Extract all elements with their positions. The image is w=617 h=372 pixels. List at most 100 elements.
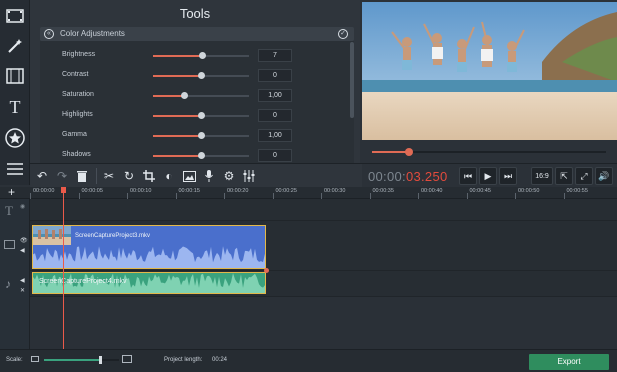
crop-icon[interactable] bbox=[140, 167, 158, 185]
undo-icon[interactable]: ↶ bbox=[33, 167, 51, 185]
audio-clip-name: ScreenCaptureProject4.mkv bbox=[39, 278, 127, 285]
text-track-icon: T bbox=[5, 203, 13, 218]
external-preview-icon[interactable]: ⇱ bbox=[555, 167, 573, 185]
adjustment-slider-fill bbox=[153, 55, 203, 57]
clip-split-handle[interactable] bbox=[264, 268, 269, 273]
add-track-plus-icon[interactable]: + bbox=[8, 185, 15, 199]
adjustment-slider-handle[interactable] bbox=[199, 52, 207, 59]
adjustment-slider-handle[interactable] bbox=[181, 92, 189, 99]
timeline-area[interactable]: ScreenCaptureProject3.mkv ScreenCaptureP… bbox=[30, 199, 617, 349]
ruler-tick-label: 00:00:35 bbox=[372, 188, 394, 194]
audio-clip[interactable]: ScreenCaptureProject4.mkv bbox=[32, 272, 266, 294]
adjustment-row-contrast: Contrast 0 bbox=[40, 67, 340, 85]
ruler-tick-label: 00:00:10 bbox=[130, 188, 152, 194]
playhead-handle[interactable] bbox=[61, 187, 66, 193]
export-button[interactable]: Export bbox=[529, 354, 609, 370]
video-clip-name: ScreenCaptureProject3.mkv bbox=[75, 233, 151, 239]
rotate-icon[interactable]: ↻ bbox=[120, 167, 138, 185]
adjustment-value-field[interactable]: 0 bbox=[258, 69, 292, 82]
audio-track-music-icon: ♪ bbox=[5, 277, 11, 291]
magic-wand-icon[interactable] bbox=[3, 34, 27, 58]
editing-toolbar: ↶ ↷ ✂ ↻ ◐ ⚙ bbox=[30, 163, 362, 187]
video-clip-thumbnail bbox=[33, 226, 71, 245]
image-overlay-icon[interactable] bbox=[180, 167, 198, 185]
video-clip[interactable]: ScreenCaptureProject3.mkv bbox=[32, 225, 266, 269]
adjustment-value-field[interactable]: 0 bbox=[258, 149, 292, 162]
color-adjustments-header: « Color Adjustments ✓ bbox=[40, 27, 354, 41]
preview-progress-area bbox=[362, 140, 617, 164]
adjustment-value-field[interactable]: 7 bbox=[258, 49, 292, 62]
text-track-lock-icon[interactable]: ◉ bbox=[20, 203, 25, 210]
play-icon[interactable]: ▶ bbox=[479, 167, 497, 185]
adjustment-row-saturation: Saturation 1,00 bbox=[40, 87, 340, 105]
settings-gear-icon[interactable]: ⚙ bbox=[220, 167, 238, 185]
volume-icon[interactable]: 🔊 bbox=[595, 167, 613, 185]
stickers-star-icon[interactable] bbox=[3, 126, 27, 150]
adjustment-slider[interactable] bbox=[153, 92, 249, 99]
ruler-tick-label: 00:00:30 bbox=[324, 188, 346, 194]
redo-icon[interactable]: ↷ bbox=[53, 167, 71, 185]
adjustment-slider[interactable] bbox=[153, 132, 249, 139]
import-film-icon[interactable] bbox=[3, 4, 27, 28]
adjustment-slider[interactable] bbox=[153, 52, 249, 59]
adjustment-slider-fill bbox=[153, 95, 185, 97]
audio-track-mute-icon[interactable]: ◀ bbox=[20, 277, 25, 284]
preview-progress-handle[interactable] bbox=[405, 148, 414, 156]
adjustment-value-field[interactable]: 1,00 bbox=[258, 129, 292, 142]
preview-progress-fill bbox=[372, 151, 410, 153]
adjustment-slider[interactable] bbox=[153, 152, 249, 159]
back-icon[interactable]: « bbox=[44, 29, 54, 39]
confirm-check-icon[interactable]: ✓ bbox=[338, 29, 348, 39]
adjustment-value-field[interactable]: 1,00 bbox=[258, 89, 292, 102]
adjustment-slider[interactable] bbox=[153, 112, 249, 119]
cut-scissors-icon[interactable]: ✂ bbox=[100, 167, 118, 185]
microphone-icon[interactable] bbox=[200, 167, 218, 185]
video-track-visibility-icon[interactable]: 👁 bbox=[20, 237, 28, 244]
previous-frame-icon[interactable]: ⏮ bbox=[459, 167, 477, 185]
zoom-out-icon[interactable] bbox=[31, 356, 39, 362]
zoom-in-icon[interactable] bbox=[122, 355, 132, 363]
filters-film-icon[interactable] bbox=[3, 64, 27, 88]
adjustments-list: Brightness 7 Contrast 0 Saturation 1,00 Highli… bbox=[40, 41, 354, 163]
fullscreen-icon[interactable]: ⤢ bbox=[575, 167, 593, 185]
adjustment-slider-handle[interactable] bbox=[197, 72, 205, 79]
adjustment-slider-handle[interactable] bbox=[197, 152, 205, 159]
audio-track-unlink-icon[interactable]: ✕ bbox=[20, 287, 25, 294]
video-clip-waveform bbox=[33, 246, 265, 268]
ruler-tick-label: 00:00:00 bbox=[33, 188, 55, 194]
delete-trash-icon[interactable] bbox=[73, 167, 91, 185]
equalizer-icon[interactable] bbox=[240, 167, 258, 185]
adjustment-slider-handle[interactable] bbox=[197, 132, 205, 139]
adjustment-row-brightness: Brightness 7 bbox=[40, 47, 340, 65]
ruler-tick-label: 00:00:15 bbox=[178, 188, 200, 194]
adjustment-value-field[interactable]: 0 bbox=[258, 109, 292, 122]
preview-progress-track[interactable] bbox=[372, 148, 606, 156]
video-track-mute-icon[interactable]: ◀ bbox=[20, 247, 25, 254]
aspect-ratio-button[interactable]: 16:9 bbox=[531, 167, 553, 185]
scale-slider-handle[interactable] bbox=[99, 356, 103, 364]
text-lane[interactable] bbox=[30, 199, 617, 221]
timeline-ruler[interactable]: + 00:00:00 00:00:05 00:00:10 00:00:15 00:00:… bbox=[0, 185, 617, 199]
adjustment-slider[interactable] bbox=[153, 72, 249, 79]
timecode-elapsed-active: 03.250 bbox=[405, 169, 448, 184]
adjustment-slider-fill bbox=[153, 155, 201, 157]
scrollbar[interactable] bbox=[350, 42, 354, 118]
playback-bar: 00:00:03.250 ⏮ ▶ ⏭ 16:9 ⇱ ⤢ 🔊 bbox=[362, 163, 617, 187]
adjustment-slider-fill bbox=[153, 115, 201, 117]
section-title: Color Adjustments bbox=[60, 29, 125, 38]
ruler-tick-label: 00:00:45 bbox=[469, 188, 491, 194]
footer-bar: Scale: Project length: 00:24 Export bbox=[0, 349, 617, 372]
scale-slider[interactable] bbox=[44, 356, 119, 364]
titles-icon[interactable]: T bbox=[3, 95, 27, 119]
adjustment-row-gamma: Gamma 1,00 bbox=[40, 127, 340, 145]
color-adjust-icon[interactable]: ◐ bbox=[160, 167, 178, 185]
video-track-icon bbox=[4, 240, 15, 249]
adjustment-label: Shadows bbox=[62, 151, 91, 158]
more-list-icon[interactable] bbox=[3, 157, 27, 181]
adjustment-row-highlights: Highlights 0 bbox=[40, 107, 340, 125]
next-frame-icon[interactable]: ⏭ bbox=[499, 167, 517, 185]
playhead[interactable] bbox=[61, 187, 66, 349]
adjustment-slider-handle[interactable] bbox=[197, 112, 205, 119]
adjustment-label: Gamma bbox=[62, 131, 87, 138]
adjustment-slider-fill bbox=[153, 135, 201, 137]
